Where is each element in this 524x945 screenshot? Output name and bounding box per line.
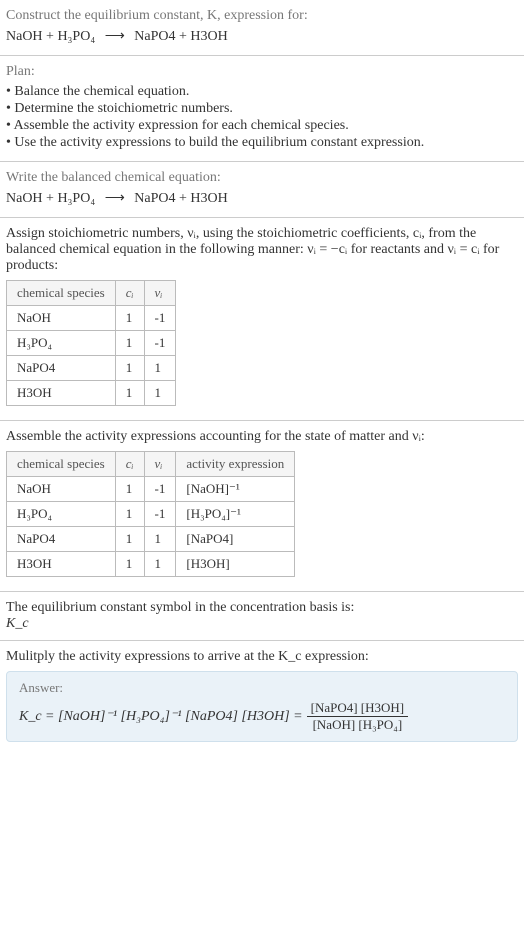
reaction-equation: NaOH + H₃PO₄ ⟶ NaPO4 + H3OH: [6, 28, 518, 45]
cell-ci: 1: [115, 381, 144, 406]
cell-species: H₃PO₄: [7, 331, 116, 356]
multiply-section: Mulitply the activity expressions to arr…: [0, 641, 524, 750]
kc-expression: K_c = [NaOH]⁻¹ [H₃PO₄]⁻¹ [NaPO4] [H3OH] …: [19, 700, 505, 733]
cell-nui: -1: [144, 477, 176, 502]
arrow-icon: ⟶: [105, 28, 125, 45]
balanced-rhs: NaPO4 + H3OH: [134, 191, 227, 206]
plan-list: • Balance the chemical equation. • Deter…: [6, 84, 518, 151]
answer-label: Answer:: [19, 680, 505, 696]
plan-section: Plan: • Balance the chemical equation. •…: [0, 56, 524, 162]
plan-title: Plan:: [6, 64, 518, 80]
table-row: NaPO4 1 1 [NaPO4]: [7, 527, 295, 552]
cell-activity: [NaOH]⁻¹: [176, 477, 295, 502]
kc-fraction: [NaPO4] [H3OH] [NaOH] [H₃PO₄]: [307, 700, 409, 733]
stoich-intro: Assign stoichiometric numbers, νᵢ, using…: [6, 226, 518, 274]
activity-intro: Assemble the activity expressions accoun…: [6, 429, 518, 445]
table-row: NaOH 1 -1 [NaOH]⁻¹: [7, 477, 295, 502]
stoich-table: chemical species cᵢ νᵢ NaOH 1 -1 H₃PO₄ 1…: [6, 280, 176, 406]
arrow-icon: ⟶: [105, 190, 125, 207]
col-species: chemical species: [7, 452, 116, 477]
stoich-section: Assign stoichiometric numbers, νᵢ, using…: [0, 218, 524, 421]
cell-activity: [H₃PO₄]⁻¹: [176, 502, 295, 527]
cell-activity: [NaPO4]: [176, 527, 295, 552]
cell-ci: 1: [115, 552, 144, 577]
plan-item: • Balance the chemical equation.: [6, 84, 518, 100]
table-header-row: chemical species cᵢ νᵢ: [7, 281, 176, 306]
cell-ci: 1: [115, 356, 144, 381]
equation-rhs: NaPO4 + H3OH: [134, 29, 227, 44]
cell-species: NaOH: [7, 477, 116, 502]
balanced-prompt: Write the balanced chemical equation:: [6, 170, 518, 186]
balanced-equation: NaOH + H₃PO₄ ⟶ NaPO4 + H3OH: [6, 190, 518, 207]
table-row: NaOH 1 -1: [7, 306, 176, 331]
cell-nui: 1: [144, 527, 176, 552]
cell-species: NaPO4: [7, 356, 116, 381]
symbol-section: The equilibrium constant symbol in the c…: [0, 592, 524, 641]
balanced-lhs: NaOH + H₃PO₄: [6, 191, 95, 206]
balanced-section: Write the balanced chemical equation: Na…: [0, 162, 524, 218]
cell-species: NaPO4: [7, 527, 116, 552]
plan-item: • Determine the stoichiometric numbers.: [6, 101, 518, 117]
col-nui: νᵢ: [144, 281, 176, 306]
cell-species: NaOH: [7, 306, 116, 331]
plan-item: • Use the activity expressions to build …: [6, 135, 518, 151]
cell-species: H3OH: [7, 381, 116, 406]
activity-table: chemical species cᵢ νᵢ activity expressi…: [6, 451, 295, 577]
table-row: H₃PO₄ 1 -1: [7, 331, 176, 356]
answer-box: Answer: K_c = [NaOH]⁻¹ [H₃PO₄]⁻¹ [NaPO4]…: [6, 671, 518, 742]
table-row: NaPO4 1 1: [7, 356, 176, 381]
multiply-intro: Mulitply the activity expressions to arr…: [6, 649, 518, 665]
cell-species: H₃PO₄: [7, 502, 116, 527]
table-row: H₃PO₄ 1 -1 [H₃PO₄]⁻¹: [7, 502, 295, 527]
table-row: H3OH 1 1 [H3OH]: [7, 552, 295, 577]
cell-nui: 1: [144, 552, 176, 577]
cell-ci: 1: [115, 306, 144, 331]
prompt-text: Construct the equilibrium constant, K, e…: [6, 8, 518, 24]
cell-nui: 1: [144, 381, 176, 406]
symbol-intro: The equilibrium constant symbol in the c…: [6, 600, 518, 616]
kc-denominator: [NaOH] [H₃PO₄]: [309, 717, 407, 733]
col-ci: cᵢ: [115, 281, 144, 306]
cell-nui: -1: [144, 331, 176, 356]
kc-symbol: K_c: [6, 616, 518, 632]
cell-activity: [H3OH]: [176, 552, 295, 577]
cell-nui: 1: [144, 356, 176, 381]
kc-numerator: [NaPO4] [H3OH]: [307, 700, 409, 717]
equation-lhs: NaOH + H₃PO₄: [6, 29, 95, 44]
col-activity: activity expression: [176, 452, 295, 477]
cell-nui: -1: [144, 502, 176, 527]
cell-ci: 1: [115, 527, 144, 552]
plan-item: • Assemble the activity expression for e…: [6, 118, 518, 134]
cell-nui: -1: [144, 306, 176, 331]
prompt-section: Construct the equilibrium constant, K, e…: [0, 0, 524, 56]
activity-section: Assemble the activity expressions accoun…: [0, 421, 524, 592]
kc-lhs: K_c = [NaOH]⁻¹ [H₃PO₄]⁻¹ [NaPO4] [H3OH] …: [19, 708, 303, 725]
col-species: chemical species: [7, 281, 116, 306]
cell-ci: 1: [115, 502, 144, 527]
table-row: H3OH 1 1: [7, 381, 176, 406]
col-nui: νᵢ: [144, 452, 176, 477]
col-ci: cᵢ: [115, 452, 144, 477]
cell-ci: 1: [115, 331, 144, 356]
cell-species: H3OH: [7, 552, 116, 577]
table-header-row: chemical species cᵢ νᵢ activity expressi…: [7, 452, 295, 477]
cell-ci: 1: [115, 477, 144, 502]
